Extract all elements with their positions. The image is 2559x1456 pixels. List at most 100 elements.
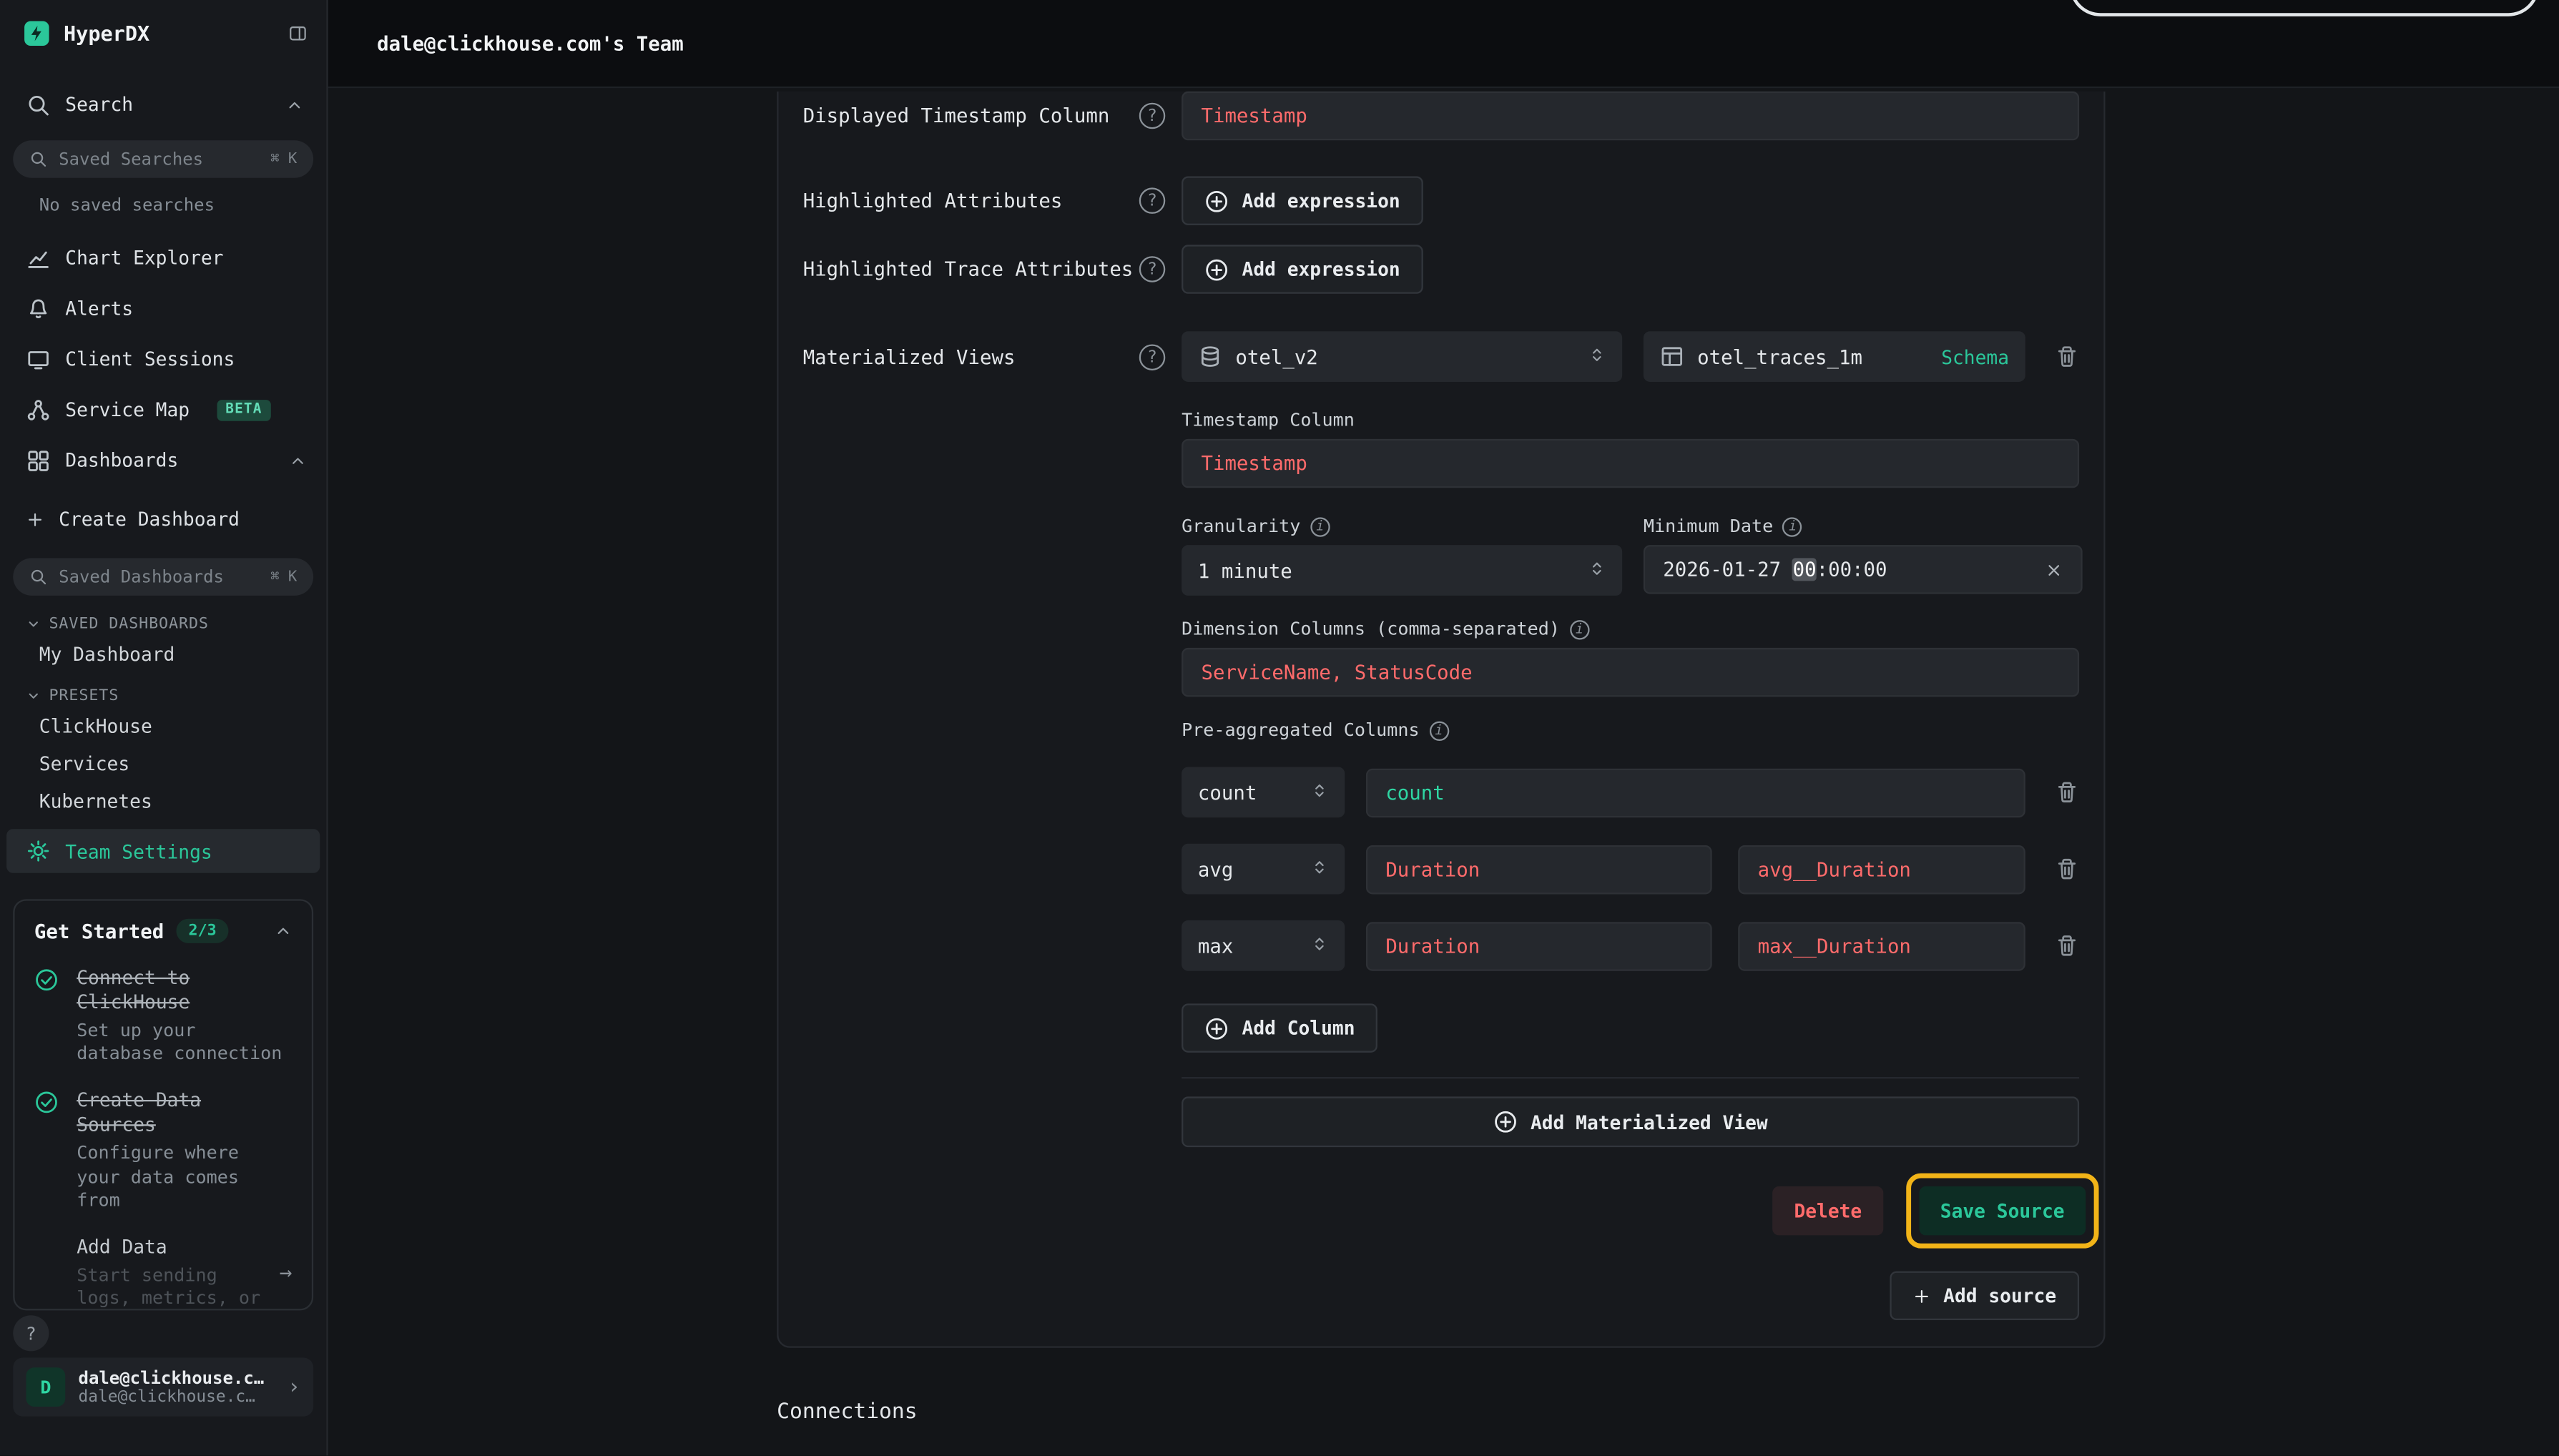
date-hour-segment[interactable]: 00 — [1793, 558, 1817, 581]
saved-dashboards-section-header[interactable]: SAVED DASHBOARDS — [0, 614, 326, 635]
user-email: dale@clickhouse.c… — [79, 1388, 265, 1406]
sub-label: Granularity — [1182, 516, 1300, 537]
delete-source-button[interactable]: Delete — [1773, 1186, 1883, 1235]
saved-searches-input[interactable] — [59, 149, 259, 169]
add-expression-button[interactable]: Add expression — [1182, 245, 1423, 293]
get-started-card: Get Started 2/3 Connect to ClickHouse Se… — [13, 899, 313, 1310]
expression-input[interactable] — [1366, 921, 1712, 970]
info-icon[interactable]: i — [1783, 516, 1802, 536]
saved-dashboards-input[interactable] — [59, 567, 259, 586]
displayed-timestamp-input[interactable] — [1182, 92, 2079, 140]
delete-column-button[interactable] — [2055, 780, 2079, 805]
help-circle-icon[interactable]: ? — [1139, 187, 1166, 214]
help-circle-icon[interactable]: ? — [1139, 256, 1166, 282]
add-materialized-view-button[interactable]: Add Materialized View — [1182, 1096, 2079, 1147]
preagg-row: avg — [1182, 844, 2079, 895]
preagg-row: max — [1182, 920, 2079, 971]
topbar: dale@clickhouse.com's Team — [328, 0, 2559, 88]
expression-input[interactable] — [1366, 768, 2025, 817]
sidebar-item-dashboards[interactable]: Dashboards — [0, 438, 326, 483]
check-circle-icon — [34, 968, 64, 1066]
delete-view-button[interactable] — [2055, 344, 2079, 368]
sidebar-section-search[interactable]: Search — [0, 82, 326, 127]
info-icon[interactable]: i — [1570, 619, 1589, 639]
sidebar-item-kubernetes[interactable]: Kubernetes — [0, 782, 326, 819]
dimension-columns-input[interactable] — [1182, 648, 2079, 697]
info-icon[interactable]: i — [1310, 516, 1330, 536]
select-chevrons-icon — [1310, 781, 1328, 804]
avatar: D — [26, 1367, 66, 1407]
aggregation-select[interactable]: avg — [1182, 844, 1345, 895]
minimum-date-input[interactable]: 2026-01-27 00:00:00 — [1644, 545, 2083, 594]
alias-input[interactable] — [1738, 921, 2025, 970]
user-menu[interactable]: D dale@clickhouse.c… dale@clickhouse.c… … — [13, 1358, 313, 1417]
table-select[interactable]: otel_traces_1m Schema — [1644, 331, 2025, 382]
get-started-header[interactable]: Get Started 2/3 — [34, 919, 293, 943]
sidebar-item-alerts[interactable]: Alerts — [0, 285, 326, 331]
chevron-up-icon — [274, 922, 292, 940]
select-chevrons-icon — [1310, 934, 1328, 957]
circle-plus-icon — [1204, 257, 1229, 281]
content-scroll[interactable]: Displayed Timestamp Column ? Highlighted… — [328, 88, 2559, 1455]
preagg-row: count — [1182, 767, 2079, 817]
sidebar-item-clickhouse[interactable]: ClickHouse — [0, 707, 326, 744]
create-dashboard-button[interactable]: Create Dashboard — [0, 496, 326, 542]
aggregation-select[interactable]: count — [1182, 767, 1345, 817]
app-title: HyperDX — [64, 21, 149, 45]
chevron-right-icon: › — [288, 1374, 300, 1399]
chevron-down-icon — [26, 617, 41, 632]
save-source-button[interactable]: Save Source — [1919, 1186, 2086, 1235]
source-settings-panel: Displayed Timestamp Column ? Highlighted… — [777, 92, 2105, 1348]
user-name: dale@clickhouse.c… — [79, 1368, 265, 1387]
sidebar-item-team-settings[interactable]: Team Settings — [6, 829, 320, 873]
trash-icon — [2055, 344, 2079, 368]
granularity-value: 1 minute — [1198, 559, 1292, 582]
circle-plus-icon — [1493, 1110, 1517, 1134]
delete-column-button[interactable] — [2055, 857, 2079, 881]
sub-label: Pre-aggregated Columns — [1182, 719, 1419, 741]
collapse-sidebar-icon[interactable] — [289, 24, 307, 41]
help-button[interactable]: ? — [13, 1315, 49, 1351]
saved-searches-search[interactable]: ⌘ K — [13, 140, 313, 177]
database-select[interactable]: otel_v2 — [1182, 331, 1622, 382]
help-circle-icon[interactable]: ? — [1139, 103, 1166, 129]
mv-timestamp-input[interactable] — [1182, 439, 2079, 488]
circle-plus-icon — [1204, 1015, 1229, 1040]
saved-dashboards-search[interactable]: ⌘ K — [13, 558, 313, 595]
sidebar: HyperDX Search ⌘ K No saved searches — [0, 0, 328, 1455]
granularity-select[interactable]: 1 minute — [1182, 545, 1622, 596]
clear-date-icon[interactable] — [2045, 561, 2063, 579]
schema-link[interactable]: Schema — [1941, 345, 2009, 368]
grid-icon — [26, 448, 51, 472]
aggregation-select[interactable]: max — [1182, 920, 1345, 971]
help-circle-icon[interactable]: ? — [1139, 344, 1166, 370]
sidebar-item-label: Client Sessions — [65, 348, 235, 370]
connections-heading: Connections — [777, 1400, 2105, 1425]
get-started-item-add-data[interactable]: Add Data Start sending logs, metrics, or… — [34, 1236, 293, 1310]
add-expression-button[interactable]: Add expression — [1182, 176, 1423, 225]
plus-icon — [26, 510, 44, 528]
info-icon[interactable]: i — [1429, 720, 1448, 739]
alias-input[interactable] — [1738, 845, 2025, 893]
sidebar-item-client-sessions[interactable]: Client Sessions — [0, 336, 326, 382]
expression-input[interactable] — [1366, 845, 1712, 893]
page-title: dale@clickhouse.com's Team — [377, 0, 684, 88]
trash-icon — [2055, 857, 2079, 881]
add-source-button[interactable]: Add source — [1890, 1271, 2079, 1320]
sidebar-item-chart-explorer[interactable]: Chart Explorer — [0, 235, 326, 281]
delete-column-button[interactable] — [2055, 933, 2079, 958]
service-map-icon — [26, 398, 51, 422]
select-chevrons-icon — [1588, 345, 1606, 368]
table-select-value: otel_traces_1m — [1697, 345, 1862, 368]
database-select-value: otel_v2 — [1235, 345, 1317, 368]
sidebar-item-services[interactable]: Services — [0, 744, 326, 782]
displayed-timestamp-row: Displayed Timestamp Column ? — [803, 92, 2079, 140]
sidebar-item-label: Service Map — [65, 398, 190, 421]
database-icon — [1198, 344, 1222, 368]
presets-section-header[interactable]: PRESETS — [0, 685, 326, 707]
sidebar-item-my-dashboard[interactable]: My Dashboard — [0, 635, 326, 672]
add-column-button[interactable]: Add Column — [1182, 1003, 1377, 1052]
get-started-item-sources[interactable]: Create Data Sources Configure where your… — [34, 1089, 293, 1213]
sidebar-item-service-map[interactable]: Service Map BETA — [0, 387, 326, 433]
get-started-item-connect[interactable]: Connect to ClickHouse Set up your databa… — [34, 966, 293, 1066]
